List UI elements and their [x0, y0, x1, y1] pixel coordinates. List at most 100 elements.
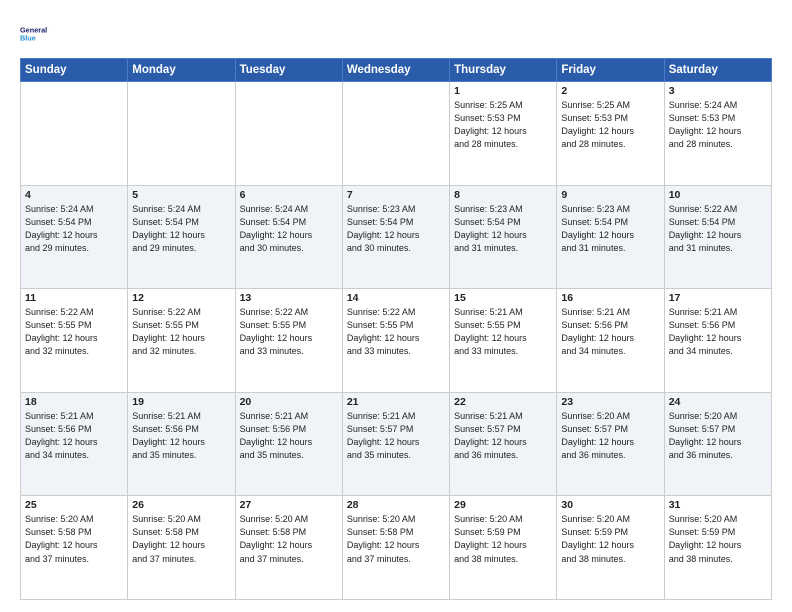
calendar-cell: 11 Sunrise: 5:22 AM Sunset: 5:55 PM Dayli…	[21, 289, 128, 393]
calendar-week-row: 4 Sunrise: 5:24 AM Sunset: 5:54 PM Daylig…	[21, 185, 772, 289]
logo: GeneralBlue	[20, 18, 52, 50]
day-content: Sunrise: 5:21 AM Sunset: 5:56 PM Dayligh…	[25, 410, 123, 462]
calendar-cell: 6 Sunrise: 5:24 AM Sunset: 5:54 PM Daylig…	[235, 185, 342, 289]
day-number: 3	[669, 85, 767, 97]
calendar-cell: 18 Sunrise: 5:21 AM Sunset: 5:56 PM Dayli…	[21, 392, 128, 496]
calendar-cell: 5 Sunrise: 5:24 AM Sunset: 5:54 PM Daylig…	[128, 185, 235, 289]
calendar-cell: 29 Sunrise: 5:20 AM Sunset: 5:59 PM Dayli…	[450, 496, 557, 600]
calendar-day-header: Monday	[128, 59, 235, 82]
calendar-day-header: Friday	[557, 59, 664, 82]
day-number: 25	[25, 499, 123, 511]
calendar-cell: 14 Sunrise: 5:22 AM Sunset: 5:55 PM Dayli…	[342, 289, 449, 393]
day-number: 27	[240, 499, 338, 511]
day-number: 11	[25, 292, 123, 304]
calendar-cell: 9 Sunrise: 5:23 AM Sunset: 5:54 PM Daylig…	[557, 185, 664, 289]
day-number: 20	[240, 396, 338, 408]
day-number: 14	[347, 292, 445, 304]
day-content: Sunrise: 5:24 AM Sunset: 5:53 PM Dayligh…	[669, 99, 767, 151]
day-number: 23	[561, 396, 659, 408]
day-content: Sunrise: 5:25 AM Sunset: 5:53 PM Dayligh…	[561, 99, 659, 151]
day-content: Sunrise: 5:20 AM Sunset: 5:59 PM Dayligh…	[454, 513, 552, 565]
day-content: Sunrise: 5:21 AM Sunset: 5:56 PM Dayligh…	[561, 306, 659, 358]
day-content: Sunrise: 5:21 AM Sunset: 5:57 PM Dayligh…	[347, 410, 445, 462]
calendar-week-row: 1 Sunrise: 5:25 AM Sunset: 5:53 PM Daylig…	[21, 82, 772, 186]
calendar-day-header: Thursday	[450, 59, 557, 82]
day-number: 21	[347, 396, 445, 408]
calendar-cell: 27 Sunrise: 5:20 AM Sunset: 5:58 PM Dayli…	[235, 496, 342, 600]
calendar-cell: 20 Sunrise: 5:21 AM Sunset: 5:56 PM Dayli…	[235, 392, 342, 496]
day-number: 18	[25, 396, 123, 408]
calendar-day-header: Tuesday	[235, 59, 342, 82]
calendar-cell: 25 Sunrise: 5:20 AM Sunset: 5:58 PM Dayli…	[21, 496, 128, 600]
day-number: 29	[454, 499, 552, 511]
day-number: 6	[240, 189, 338, 201]
day-content: Sunrise: 5:23 AM Sunset: 5:54 PM Dayligh…	[347, 203, 445, 255]
calendar-day-header: Wednesday	[342, 59, 449, 82]
calendar-day-header: Sunday	[21, 59, 128, 82]
day-content: Sunrise: 5:22 AM Sunset: 5:54 PM Dayligh…	[669, 203, 767, 255]
calendar-header-row: SundayMondayTuesdayWednesdayThursdayFrid…	[21, 59, 772, 82]
calendar-cell: 8Sunrise: 5:23 AM Sunset: 5:54 PM Daylig…	[450, 185, 557, 289]
day-content: Sunrise: 5:20 AM Sunset: 5:59 PM Dayligh…	[669, 513, 767, 565]
day-number: 28	[347, 499, 445, 511]
day-number: 17	[669, 292, 767, 304]
day-number: 9	[561, 189, 659, 201]
day-content: Sunrise: 5:20 AM Sunset: 5:58 PM Dayligh…	[347, 513, 445, 565]
day-number: 4	[25, 189, 123, 201]
day-number: 1	[454, 85, 552, 97]
day-content: Sunrise: 5:20 AM Sunset: 5:58 PM Dayligh…	[25, 513, 123, 565]
calendar-cell: 31 Sunrise: 5:20 AM Sunset: 5:59 PM Dayli…	[664, 496, 771, 600]
calendar-week-row: 18 Sunrise: 5:21 AM Sunset: 5:56 PM Dayli…	[21, 392, 772, 496]
calendar-cell: 30 Sunrise: 5:20 AM Sunset: 5:59 PM Dayli…	[557, 496, 664, 600]
day-content: Sunrise: 5:22 AM Sunset: 5:55 PM Dayligh…	[25, 306, 123, 358]
day-content: Sunrise: 5:22 AM Sunset: 5:55 PM Dayligh…	[347, 306, 445, 358]
day-number: 7	[347, 189, 445, 201]
day-content: Sunrise: 5:21 AM Sunset: 5:56 PM Dayligh…	[240, 410, 338, 462]
calendar-cell: 17 Sunrise: 5:21 AM Sunset: 5:56 PM Dayli…	[664, 289, 771, 393]
day-content: Sunrise: 5:20 AM Sunset: 5:58 PM Dayligh…	[132, 513, 230, 565]
day-content: Sunrise: 5:21 AM Sunset: 5:56 PM Dayligh…	[669, 306, 767, 358]
day-number: 8	[454, 189, 552, 201]
page: GeneralBlue SundayMondayTuesdayWednesday…	[0, 0, 792, 612]
day-number: 2	[561, 85, 659, 97]
day-number: 16	[561, 292, 659, 304]
day-content: Sunrise: 5:20 AM Sunset: 5:59 PM Dayligh…	[561, 513, 659, 565]
day-number: 30	[561, 499, 659, 511]
day-number: 31	[669, 499, 767, 511]
calendar-cell: 16 Sunrise: 5:21 AM Sunset: 5:56 PM Dayli…	[557, 289, 664, 393]
day-number: 13	[240, 292, 338, 304]
day-content: Sunrise: 5:24 AM Sunset: 5:54 PM Dayligh…	[132, 203, 230, 255]
day-content: Sunrise: 5:25 AM Sunset: 5:53 PM Dayligh…	[454, 99, 552, 151]
logo-icon: GeneralBlue	[20, 18, 52, 50]
day-content: Sunrise: 5:21 AM Sunset: 5:55 PM Dayligh…	[454, 306, 552, 358]
day-content: Sunrise: 5:23 AM Sunset: 5:54 PM Dayligh…	[561, 203, 659, 255]
day-content: Sunrise: 5:20 AM Sunset: 5:57 PM Dayligh…	[669, 410, 767, 462]
calendar-week-row: 11 Sunrise: 5:22 AM Sunset: 5:55 PM Dayli…	[21, 289, 772, 393]
calendar-cell: 12 Sunrise: 5:22 AM Sunset: 5:55 PM Dayli…	[128, 289, 235, 393]
header: GeneralBlue	[20, 18, 772, 50]
calendar-cell	[342, 82, 449, 186]
calendar-cell: 28 Sunrise: 5:20 AM Sunset: 5:58 PM Dayli…	[342, 496, 449, 600]
day-content: Sunrise: 5:21 AM Sunset: 5:56 PM Dayligh…	[132, 410, 230, 462]
day-number: 12	[132, 292, 230, 304]
day-number: 24	[669, 396, 767, 408]
calendar-cell: 23Sunrise: 5:20 AM Sunset: 5:57 PM Dayli…	[557, 392, 664, 496]
day-number: 19	[132, 396, 230, 408]
calendar-cell: 10Sunrise: 5:22 AM Sunset: 5:54 PM Dayli…	[664, 185, 771, 289]
calendar-cell: 15Sunrise: 5:21 AM Sunset: 5:55 PM Dayli…	[450, 289, 557, 393]
calendar-cell: 7 Sunrise: 5:23 AM Sunset: 5:54 PM Daylig…	[342, 185, 449, 289]
calendar-day-header: Saturday	[664, 59, 771, 82]
calendar-cell: 19 Sunrise: 5:21 AM Sunset: 5:56 PM Dayli…	[128, 392, 235, 496]
svg-text:Blue: Blue	[20, 33, 36, 42]
calendar-cell: 2 Sunrise: 5:25 AM Sunset: 5:53 PM Daylig…	[557, 82, 664, 186]
day-number: 5	[132, 189, 230, 201]
day-content: Sunrise: 5:20 AM Sunset: 5:58 PM Dayligh…	[240, 513, 338, 565]
day-content: Sunrise: 5:22 AM Sunset: 5:55 PM Dayligh…	[132, 306, 230, 358]
day-content: Sunrise: 5:24 AM Sunset: 5:54 PM Dayligh…	[240, 203, 338, 255]
day-number: 22	[454, 396, 552, 408]
day-content: Sunrise: 5:22 AM Sunset: 5:55 PM Dayligh…	[240, 306, 338, 358]
calendar-cell	[21, 82, 128, 186]
calendar-cell: 13 Sunrise: 5:22 AM Sunset: 5:55 PM Dayli…	[235, 289, 342, 393]
calendar-cell	[235, 82, 342, 186]
calendar-table: SundayMondayTuesdayWednesdayThursdayFrid…	[20, 58, 772, 600]
